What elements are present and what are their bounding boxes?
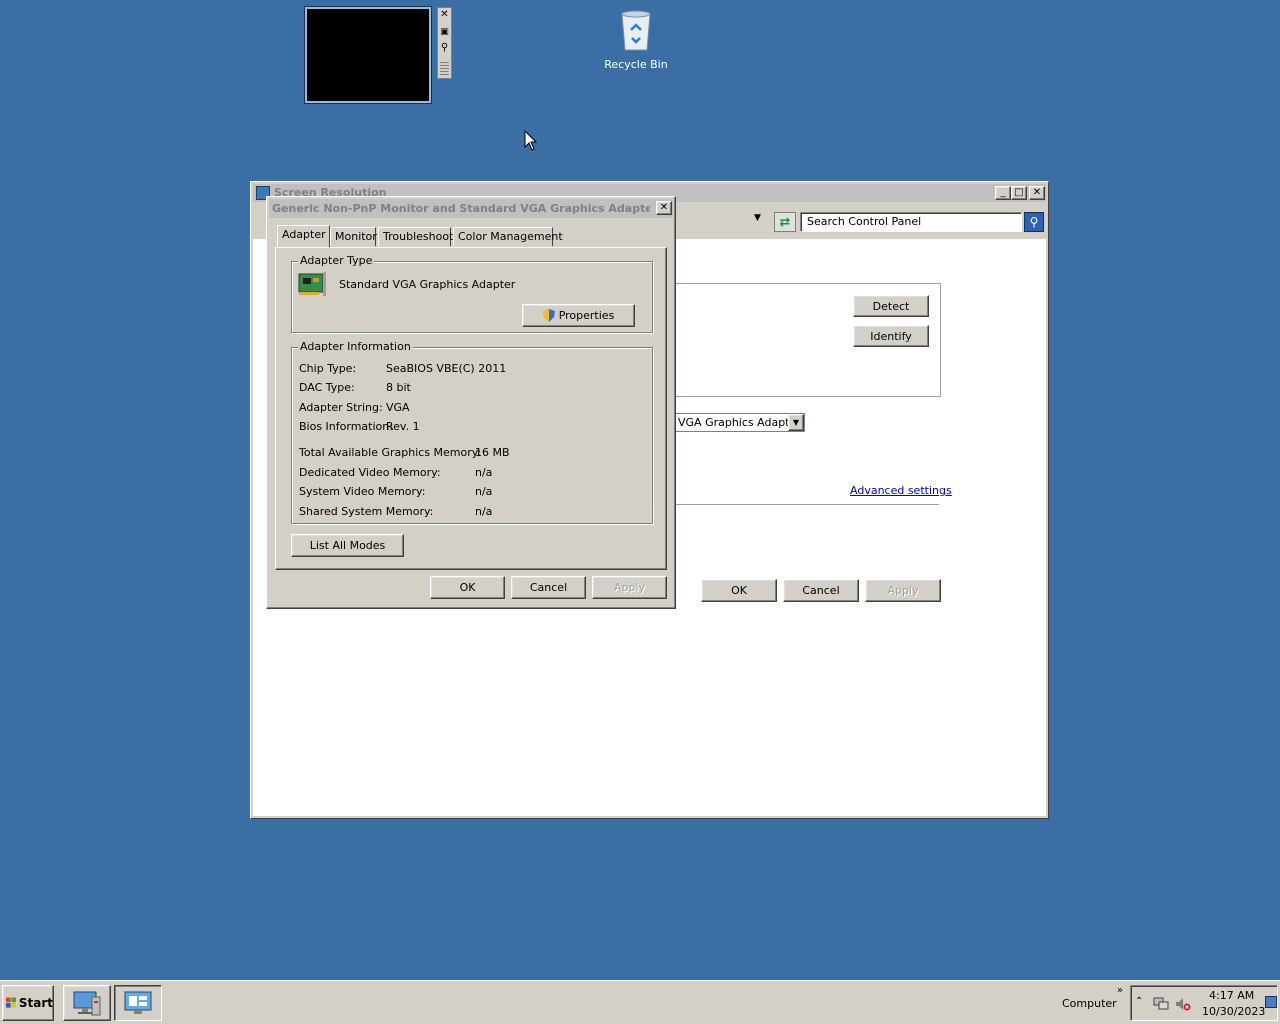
adapter-info-title: Adapter Information	[298, 340, 413, 353]
dac-type-label: DAC Type:	[299, 381, 355, 394]
windows-logo-icon	[6, 997, 17, 1008]
search-input-text: Search Control Panel	[807, 215, 922, 228]
adapter-type-title: Adapter Type	[298, 254, 375, 267]
minimize-button[interactable]: _	[995, 186, 1011, 200]
cancel-button[interactable]: Cancel	[783, 579, 859, 602]
mouse-cursor-icon	[524, 130, 538, 151]
start-button[interactable]: Start	[2, 985, 54, 1021]
dedicated-memory-label: Dedicated Video Memory:	[299, 466, 441, 479]
dialog-titlebar[interactable]: Generic Non-PnP Monitor and Standard VGA…	[269, 199, 673, 218]
dialog-title: Generic Non-PnP Monitor and Standard VGA…	[272, 202, 650, 215]
recycle-bin-shortcut[interactable]: Recycle Bin	[600, 6, 672, 74]
tab-troubleshoot[interactable]: Troubleshoot	[378, 227, 453, 246]
volume-muted-icon[interactable]	[1175, 997, 1191, 1011]
separator-line	[673, 504, 939, 505]
chip-type-label: Chip Type:	[299, 362, 357, 375]
system-memory-value: n/a	[475, 485, 493, 498]
clock-time[interactable]: 4:17 AM	[1209, 989, 1254, 1002]
start-label: Start	[18, 996, 53, 1010]
total-memory-label: Total Available Graphics Memory:	[299, 446, 482, 459]
address-dropdown-arrow[interactable]: ▼	[754, 213, 761, 223]
chevron-down-icon: ▼	[788, 414, 804, 431]
desktop-gadget-preview[interactable]	[305, 7, 431, 103]
computer-toolbar-label[interactable]: Computer	[1062, 997, 1117, 1010]
tab-monitor[interactable]: Monitor	[330, 227, 377, 246]
clock-date[interactable]: 10/30/2023	[1202, 1005, 1265, 1018]
properties-button-label: Properties	[558, 309, 615, 322]
gadget-drag-handle[interactable]	[440, 62, 449, 76]
shared-memory-label: Shared System Memory:	[299, 505, 434, 518]
dedicated-memory-value: n/a	[475, 466, 493, 479]
show-desktop-icon[interactable]	[1265, 996, 1277, 1008]
maximize-button[interactable]: □	[1011, 186, 1027, 200]
search-icon: ⚲	[1029, 215, 1039, 229]
taskbar-server-manager-button[interactable]	[63, 985, 111, 1021]
tab-color-management[interactable]: Color Management	[453, 227, 563, 246]
list-all-modes-button[interactable]: List All Modes	[291, 534, 404, 557]
ok-button[interactable]: OK	[701, 579, 777, 602]
adapter-properties-dialog: Generic Non-PnP Monitor and Standard VGA…	[266, 196, 676, 609]
refresh-button[interactable]: ⇄	[774, 212, 796, 232]
gadget-options-icon[interactable]: ⚲	[439, 42, 450, 54]
graphics-card-icon	[298, 272, 326, 296]
adapter-info-group: Adapter Information Chip Type: SeaBIOS V…	[291, 340, 653, 524]
gadget-toolbar: ✕ ▣ ⚲	[437, 7, 452, 79]
tab-adapter[interactable]: Adapter	[277, 225, 330, 247]
tab-panel: Adapter Type Standard VGA Graphics Adapt…	[275, 247, 667, 570]
gadget-close-icon[interactable]: ✕	[439, 9, 450, 21]
bios-info-value: Rev. 1	[386, 420, 420, 433]
total-memory-value: 16 MB	[475, 446, 510, 459]
adapter-type-group: Adapter Type Standard VGA Graphics Adapt…	[291, 254, 653, 333]
display-select-value: VGA Graphics Adapter	[678, 416, 801, 429]
show-hidden-icons-icon[interactable]: ⌃	[1135, 996, 1143, 1007]
display-settings-icon	[124, 991, 152, 1014]
advanced-settings-link[interactable]: Advanced settings	[850, 484, 952, 497]
system-memory-label: System Video Memory:	[299, 485, 426, 498]
toolbar-overflow-icon[interactable]: »	[1117, 985, 1123, 996]
shared-memory-value: n/a	[475, 505, 493, 518]
dialog-close-button[interactable]: ✕	[656, 201, 672, 215]
properties-button[interactable]: Properties	[522, 304, 635, 327]
dialog-apply-button[interactable]: Apply	[592, 576, 667, 599]
search-button[interactable]: ⚲	[1024, 212, 1044, 232]
dialog-cancel-button[interactable]: Cancel	[511, 576, 586, 599]
shield-icon	[542, 309, 555, 322]
tab-strip: Adapter Monitor Troubleshoot Color Manag…	[275, 225, 667, 249]
apply-button[interactable]: Apply	[865, 579, 941, 602]
taskbar: Start Computer » ⌃ 4:17 AM 10/30/2023	[0, 980, 1280, 1024]
dac-type-value: 8 bit	[386, 381, 411, 394]
adapter-name: Standard VGA Graphics Adapter	[339, 278, 516, 291]
adapter-string-value: VGA	[386, 401, 410, 414]
recycle-bin-icon	[621, 10, 651, 51]
gadget-size-icon[interactable]: ▣	[439, 26, 450, 38]
close-button[interactable]: ✕	[1029, 186, 1045, 200]
chip-type-value: SeaBIOS VBE(C) 2011	[386, 362, 507, 375]
detect-button[interactable]: Detect	[853, 295, 929, 317]
system-tray: ⌃ 4:17 AM 10/30/2023	[1130, 985, 1278, 1021]
display-select[interactable]: VGA Graphics Adapter ▼	[673, 413, 805, 432]
refresh-icon: ⇄	[779, 214, 791, 230]
server-manager-icon	[73, 991, 101, 1016]
network-icon[interactable]	[1153, 997, 1169, 1011]
bios-info-label: Bios Information:	[299, 420, 393, 433]
adapter-string-label: Adapter String:	[299, 401, 383, 414]
recycle-bin-label: Recycle Bin	[604, 58, 668, 71]
dialog-ok-button[interactable]: OK	[430, 576, 505, 599]
search-input[interactable]: Search Control Panel	[800, 212, 1022, 232]
taskbar-control-panel-button[interactable]	[114, 985, 162, 1021]
identify-button[interactable]: Identify	[853, 325, 929, 347]
